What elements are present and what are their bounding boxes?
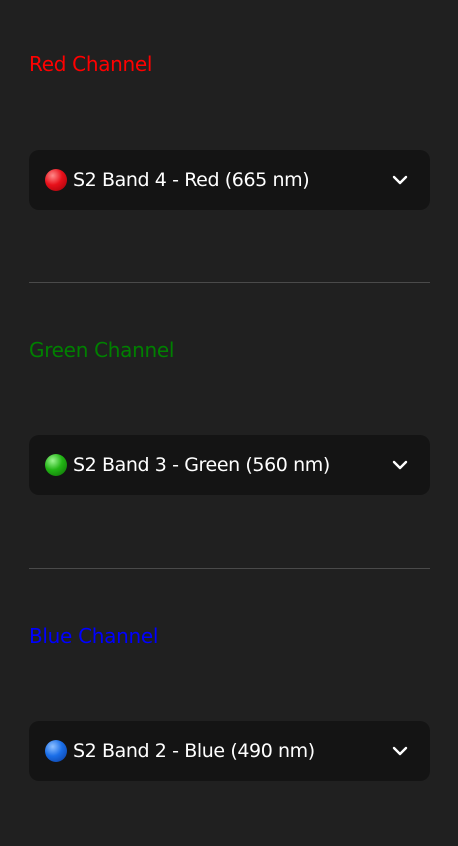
blue-band-select-value: S2 Band 2 - Blue (490 nm): [73, 740, 315, 762]
red-band-select[interactable]: S2 Band 4 - Red (665 nm): [29, 150, 430, 210]
green-band-select-value: S2 Band 3 - Green (560 nm): [73, 454, 330, 476]
chevron-down-icon[interactable]: [390, 455, 410, 475]
band-selection-panel: Red Channel S2 Band 4 - Red (665 nm) Gre…: [0, 0, 458, 846]
red-circle-icon: [45, 168, 67, 191]
chevron-down-icon[interactable]: [390, 741, 410, 761]
blue-band-select[interactable]: S2 Band 2 - Blue (490 nm): [29, 721, 430, 781]
chevron-down-icon[interactable]: [390, 170, 410, 190]
green-band-select[interactable]: S2 Band 3 - Green (560 nm): [29, 435, 430, 495]
red-channel-label: Red Channel: [29, 52, 153, 76]
blue-circle-icon: [45, 739, 67, 762]
green-channel-label: Green Channel: [29, 338, 175, 362]
divider: [29, 282, 430, 283]
divider: [29, 568, 430, 569]
red-band-select-value: S2 Band 4 - Red (665 nm): [73, 169, 310, 191]
green-circle-icon: [45, 453, 67, 476]
blue-channel-label: Blue Channel: [29, 624, 159, 648]
